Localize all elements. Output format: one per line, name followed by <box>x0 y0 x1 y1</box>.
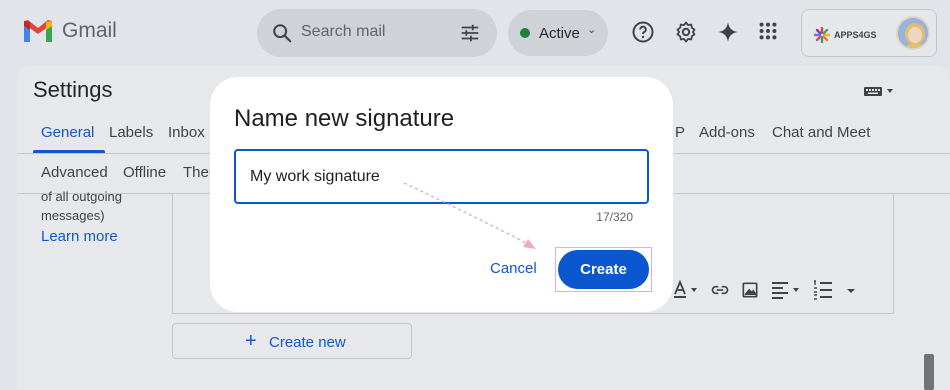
character-counter: 17/320 <box>596 210 633 224</box>
create-button[interactable]: Create <box>558 250 649 289</box>
name-signature-dialog: Name new signature 17/320 Cancel Create <box>210 77 673 312</box>
cancel-button[interactable]: Cancel <box>490 260 537 277</box>
signature-name-field[interactable] <box>234 149 649 204</box>
signature-name-input[interactable] <box>250 164 630 190</box>
dialog-title: Name new signature <box>234 105 455 132</box>
create-button-highlight: Create <box>555 247 652 292</box>
